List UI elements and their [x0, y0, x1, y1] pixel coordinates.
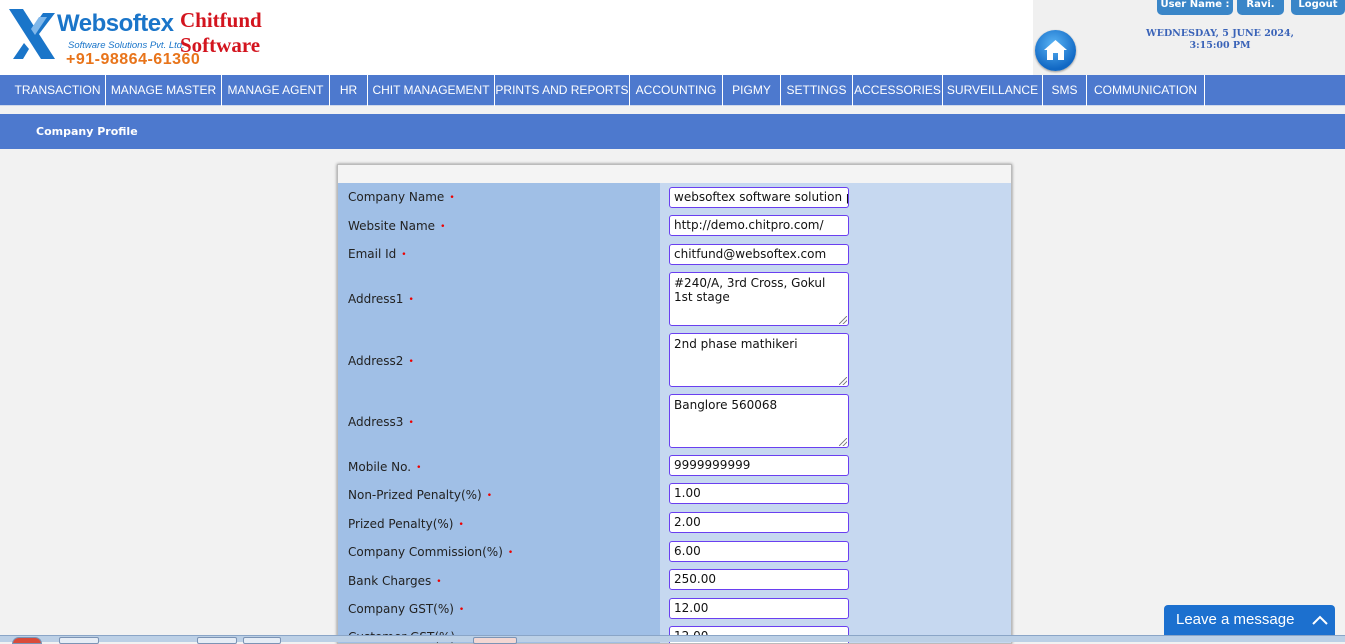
nav-accessories[interactable]: ACCESSORIES — [853, 75, 943, 106]
nav-settings[interactable]: SETTINGS — [781, 75, 853, 106]
address3-textarea[interactable]: Banglore 560068 — [669, 394, 849, 448]
logo-name: Websoftex — [57, 10, 174, 37]
resize-grip-icon[interactable] — [839, 377, 847, 385]
home-icon — [1044, 40, 1067, 60]
taskbar-item[interactable] — [243, 637, 281, 644]
nav-chit-management[interactable]: CHIT MANAGEMENT — [368, 75, 495, 106]
address2-textarea[interactable]: 2nd phase mathikeri — [669, 333, 849, 387]
prized-penalty-input[interactable]: 2.00 — [669, 512, 849, 533]
bank-charges-input[interactable]: 250.00 — [669, 569, 849, 590]
mobile-label: Mobile No. • — [348, 460, 422, 474]
brand-line-2: Software — [180, 33, 261, 57]
mobile-input[interactable]: 9999999999 — [669, 455, 849, 476]
nav-pigmy[interactable]: PIGMY — [723, 75, 781, 106]
company-name-label: Company Name • — [348, 190, 455, 204]
company-gst-label: Company GST(%) • — [348, 602, 465, 616]
date-text: WEDNESDAY, 5 JUNE 2024, — [1146, 28, 1294, 39]
websoftex-logo-icon — [9, 9, 55, 59]
logo-subtitle: Software Solutions Pvt. Ltd. — [68, 40, 185, 51]
company-commission-label: Company Commission(%) • — [348, 545, 514, 559]
non-prized-penalty-input[interactable]: 1.00 — [669, 483, 849, 504]
nav-manage-master[interactable]: MANAGE MASTER — [106, 75, 222, 106]
address1-textarea[interactable]: #240/A, 3rd Cross, Gokul 1st stage — [669, 272, 849, 326]
website-name-label: Website Name • — [348, 219, 446, 233]
resize-grip-icon[interactable] — [839, 316, 847, 324]
company-commission-input[interactable]: 6.00 — [669, 541, 849, 562]
logout-button[interactable]: Logout — [1291, 0, 1345, 15]
nav-manage-agent[interactable]: MANAGE AGENT — [222, 75, 330, 106]
address3-label: Address3 • — [348, 415, 414, 429]
page-title: Company Profile — [36, 125, 138, 138]
nav-transaction[interactable]: TRANSACTION — [10, 75, 106, 106]
company-name-input[interactable]: websoftex software solution pvt ltd — [669, 187, 849, 208]
taskbar — [0, 635, 1345, 644]
address2-label: Address2 • — [348, 354, 414, 368]
bank-charges-label: Bank Charges • — [348, 574, 442, 588]
nav-prints-and-reports[interactable]: PRINTS AND REPORTS — [495, 75, 630, 106]
chevron-up-icon — [1312, 615, 1328, 625]
nav-hr[interactable]: HR — [330, 75, 368, 106]
start-orb-icon[interactable] — [12, 637, 42, 644]
brand-line-1: Chitfund — [180, 8, 262, 32]
nav-sms[interactable]: SMS — [1043, 75, 1087, 106]
email-label: Email Id • — [348, 247, 407, 261]
user-name-button[interactable]: User Name : — [1157, 0, 1233, 15]
company-profile-form: Company Name • websoftex software solutio… — [337, 164, 1012, 644]
time-text: 3:15:00 PM — [1189, 40, 1251, 51]
taskbar-item[interactable] — [473, 637, 517, 644]
user-button[interactable]: Ravi. — [1237, 0, 1284, 15]
datetime: WEDNESDAY, 5 JUNE 2024, 3:15:00 PM — [1140, 28, 1300, 52]
non-prized-penalty-label: Non-Prized Penalty(%) • — [348, 488, 493, 502]
prized-penalty-label: Prized Penalty(%) • — [348, 517, 464, 531]
resize-grip-icon[interactable] — [839, 438, 847, 446]
nav-surveillance[interactable]: SURVEILLANCE — [943, 75, 1043, 106]
leave-message-label: Leave a message — [1176, 611, 1295, 628]
nav-communication[interactable]: COMMUNICATION — [1087, 75, 1205, 106]
website-name-input[interactable]: http://demo.chitpro.com/ — [669, 215, 849, 236]
main-nav: TRANSACTION MANAGE MASTER MANAGE AGENT H… — [0, 75, 1345, 106]
leave-message-button[interactable]: Leave a message — [1164, 605, 1335, 637]
taskbar-item[interactable] — [197, 637, 237, 644]
taskbar-item[interactable] — [59, 637, 99, 644]
company-gst-input[interactable]: 12.00 — [669, 598, 849, 619]
page-title-bar: Company Profile — [0, 114, 1345, 149]
address1-label: Address1 • — [348, 292, 414, 306]
email-input[interactable]: chitfund@websoftex.com — [669, 244, 849, 265]
nav-accounting[interactable]: ACCOUNTING — [630, 75, 723, 106]
home-button[interactable] — [1035, 30, 1076, 71]
